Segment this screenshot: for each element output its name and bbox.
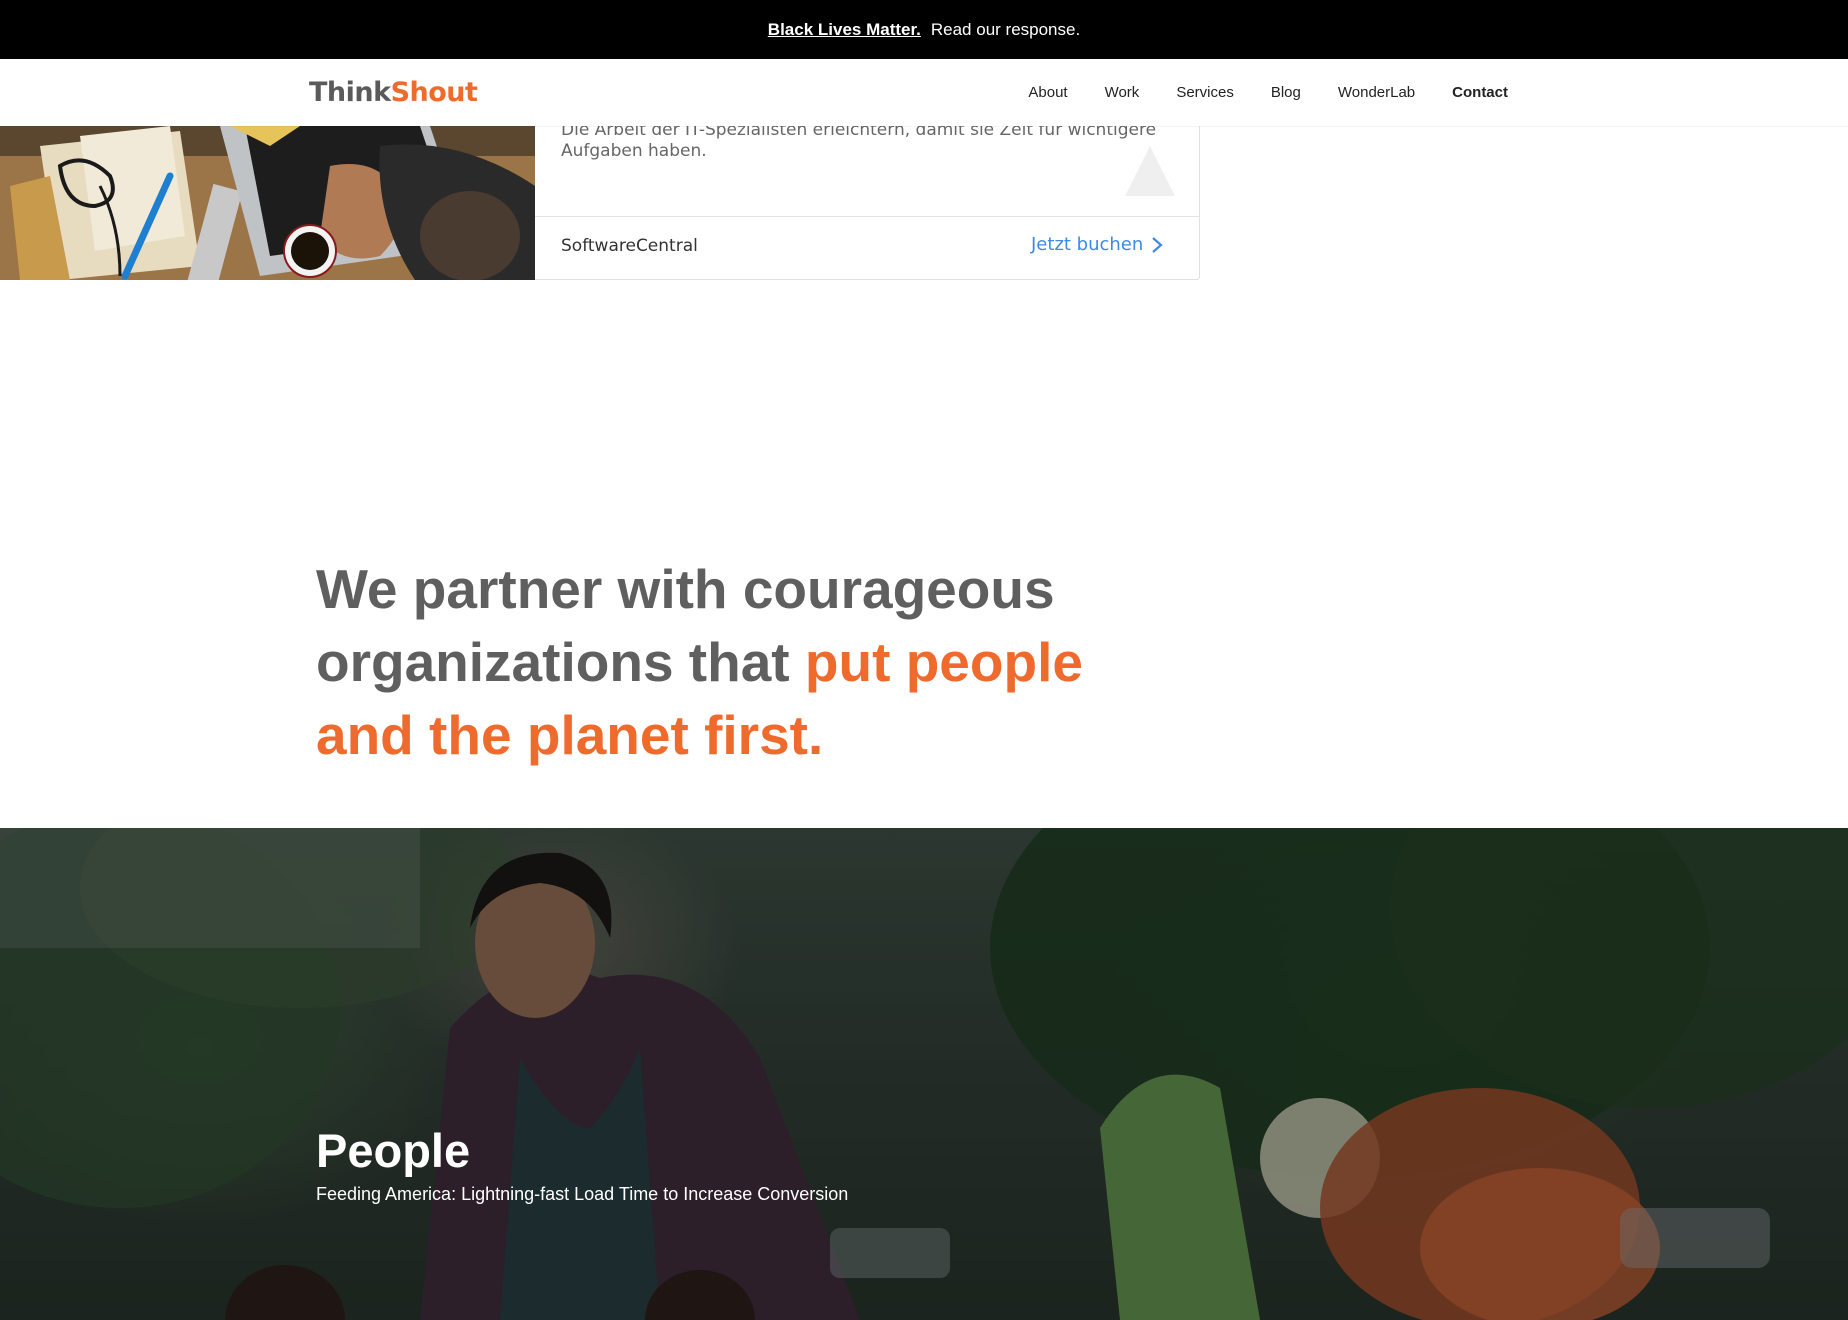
ad-brand-name: SoftwareCentral: [561, 236, 698, 256]
site-header: ThinkShout About Work Services Blog Wond…: [0, 59, 1848, 126]
ad-image[interactable]: [0, 126, 535, 280]
faded-logo-icon: [1125, 146, 1175, 196]
main-nav: About Work Services Blog WonderLab Conta…: [991, 59, 1508, 126]
hero-photo: [0, 828, 1848, 1320]
chevron-right-icon: [1152, 236, 1163, 253]
hero-subtitle[interactable]: Feeding America: Lightning-fast Load Tim…: [316, 1184, 848, 1205]
ad-cta-button[interactable]: Jetzt buchen: [1031, 234, 1163, 255]
hero-section[interactable]: People Feeding America: Lightning-fast L…: [0, 828, 1848, 1320]
nav-blog[interactable]: Blog: [1271, 84, 1301, 101]
thinkshout-logo[interactable]: ThinkShout: [309, 77, 478, 108]
logo-think: Think: [309, 77, 391, 108]
ad-divider: [535, 216, 1199, 217]
nav-about[interactable]: About: [1028, 84, 1067, 101]
ad-card[interactable]: Die Arbeit der IT-Spezialisten erleichte…: [0, 120, 1200, 280]
nav-services[interactable]: Services: [1176, 84, 1234, 101]
nav-contact[interactable]: Contact: [1452, 84, 1508, 101]
nav-work[interactable]: Work: [1105, 84, 1140, 101]
logo-shout: Shout: [390, 77, 478, 108]
ad-cta-label: Jetzt buchen: [1031, 234, 1144, 255]
announcement-text[interactable]: Read our response.: [931, 20, 1080, 40]
laptop-desk-photo: [0, 126, 535, 280]
announcement-bar: Black Lives Matter. Read our response.: [0, 0, 1848, 59]
nav-wonderlab[interactable]: WonderLab: [1338, 84, 1415, 101]
hero-title: People: [316, 1124, 471, 1177]
mission-headline: We partner with courageous organizations…: [316, 553, 1136, 772]
black-lives-matter-link[interactable]: Black Lives Matter.: [768, 20, 921, 40]
ad-description: Die Arbeit der IT-Spezialisten erleichte…: [561, 120, 1157, 161]
